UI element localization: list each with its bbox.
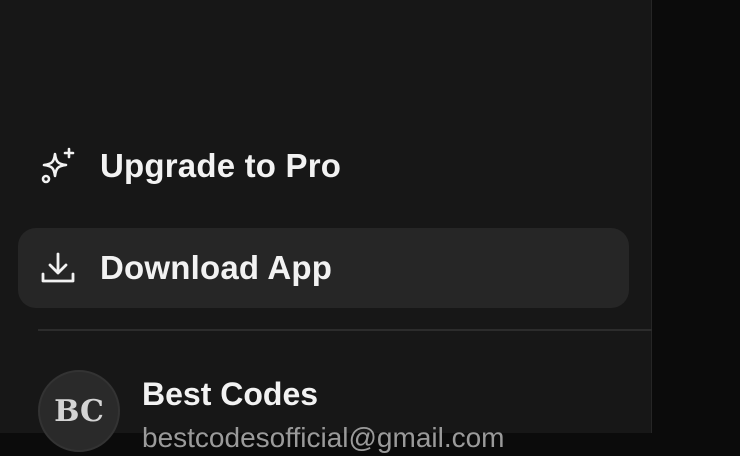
download-app-label: Download App — [100, 249, 333, 286]
user-info: Best Codes bestcodesofficial@gmail.com — [142, 370, 505, 456]
sidebar: Upgrade to Pro Download App BC Best Code… — [0, 0, 652, 453]
avatar: BC — [38, 370, 120, 452]
user-name: Best Codes — [142, 376, 319, 412]
sparkles-icon — [38, 146, 78, 186]
upgrade-to-pro-button[interactable]: Upgrade to Pro — [18, 126, 629, 206]
download-icon — [38, 248, 78, 288]
user-profile-button[interactable]: BC Best Codes bestcodesofficial@gmail.co… — [38, 370, 638, 453]
user-email: bestcodesofficial@gmail.com — [142, 422, 505, 453]
divider — [38, 329, 652, 331]
main-content-area — [652, 0, 740, 433]
upgrade-to-pro-label: Upgrade to Pro — [100, 147, 342, 184]
download-app-button[interactable]: Download App — [18, 228, 629, 308]
